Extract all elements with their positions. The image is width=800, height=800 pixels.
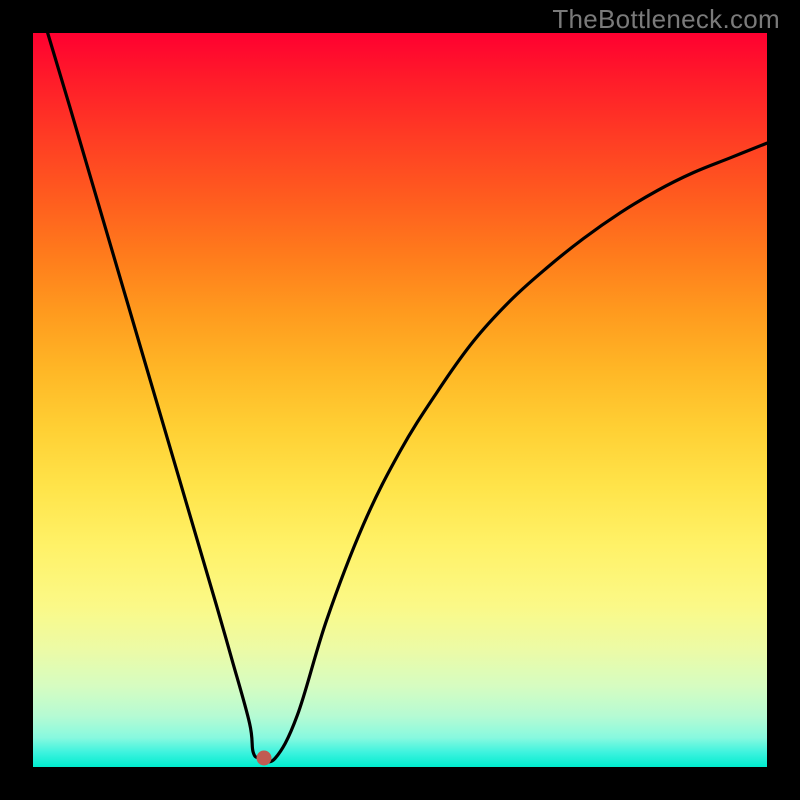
chart-frame: TheBottleneck.com <box>0 0 800 800</box>
optimal-point-marker <box>257 751 272 766</box>
bottleneck-curve <box>33 33 767 767</box>
plot-area <box>33 33 767 767</box>
watermark-text: TheBottleneck.com <box>552 4 780 35</box>
